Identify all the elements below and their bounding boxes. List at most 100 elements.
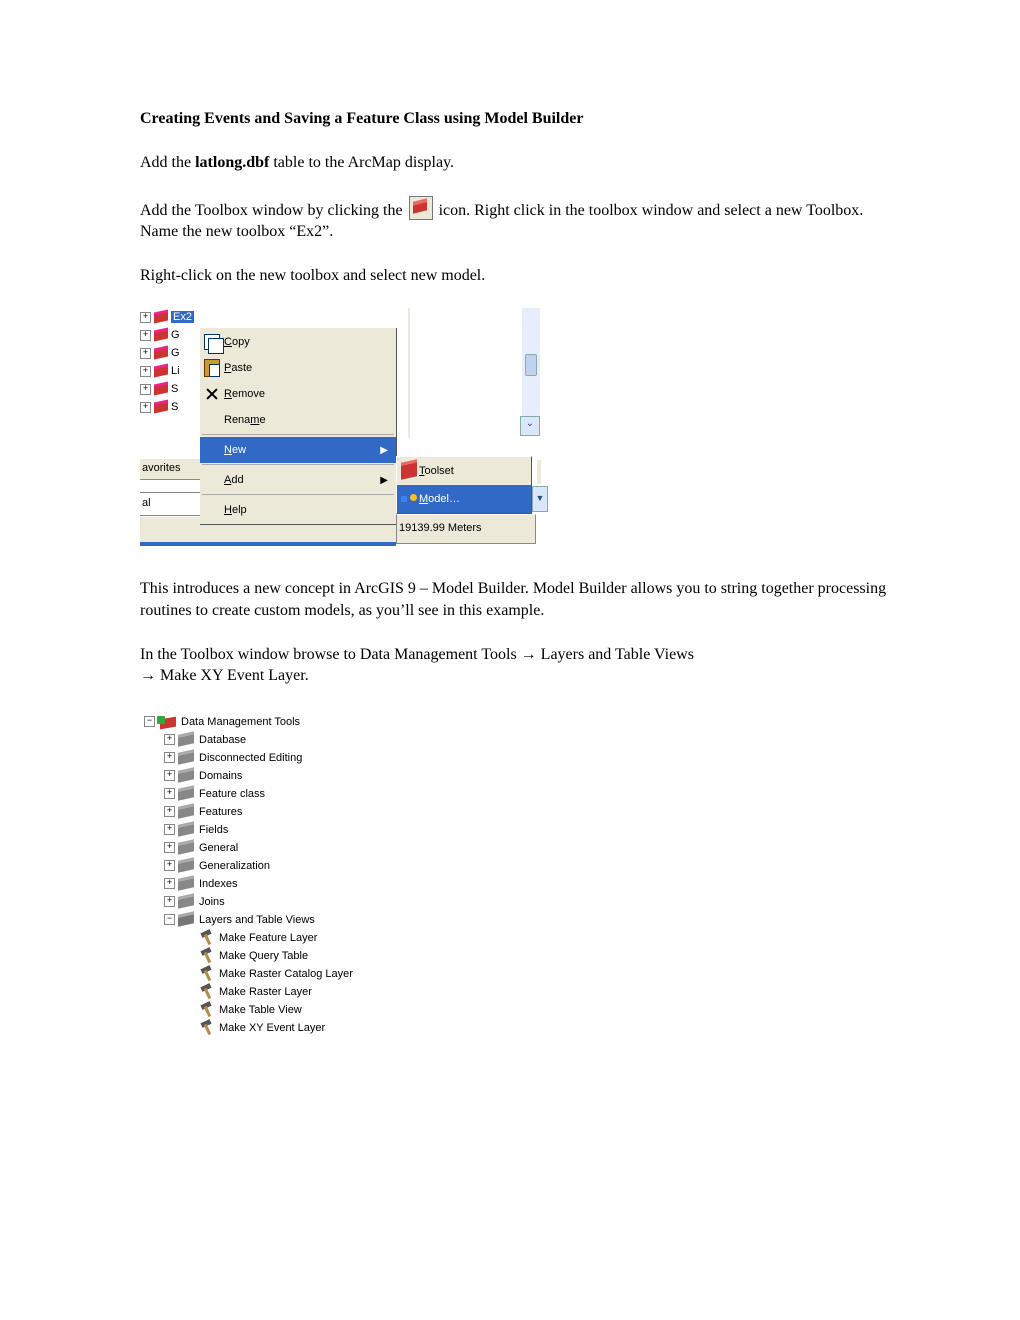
toolset-icon <box>178 806 196 818</box>
tree-node-toolset[interactable]: +Database <box>144 731 424 749</box>
tree-label: Disconnected Editing <box>199 752 302 764</box>
submenu-label: Toolset <box>419 465 454 477</box>
tool-icon <box>200 931 216 945</box>
expand-icon[interactable]: + <box>164 824 175 835</box>
expand-icon[interactable]: + <box>140 330 151 341</box>
menu-item-new[interactable]: New ▶ <box>200 437 396 463</box>
text: Make XY Event Layer. <box>156 667 309 684</box>
tree-row[interactable]: + S <box>140 398 200 416</box>
expand-icon[interactable]: + <box>164 788 175 799</box>
tree-node-tool[interactable]: Make Raster Catalog Layer <box>144 965 424 983</box>
tree-row[interactable]: + S <box>140 380 200 398</box>
toolset-icon <box>178 878 196 890</box>
menu-item-copy[interactable]: Copy <box>200 329 396 355</box>
tree-row[interactable]: + Ex2 <box>140 308 200 326</box>
scroll-thumb[interactable] <box>525 354 537 376</box>
tree-node-tool[interactable]: Make Query Table <box>144 947 424 965</box>
expand-icon[interactable]: + <box>164 878 175 889</box>
expand-icon[interactable]: + <box>140 348 151 359</box>
expand-icon[interactable]: + <box>164 860 175 871</box>
tree-node-tool[interactable]: Make Raster Layer <box>144 983 424 1001</box>
scrollbar[interactable]: ⌄ <box>522 308 540 436</box>
tree-node-toolset[interactable]: + Generalization <box>144 857 424 875</box>
context-menu-screenshot: + Ex2 + G + G + Li + S <box>140 308 540 548</box>
menu-item-remove[interactable]: Remove <box>200 381 396 407</box>
tree-label: Make Query Table <box>219 950 308 962</box>
tree-label: Make Feature Layer <box>219 932 317 944</box>
para-4: This introduces a new concept in ArcGIS … <box>140 578 890 621</box>
context-menu: Copy Paste Remove Rename New ▶ <box>200 328 397 525</box>
text: Layers and Table Views <box>537 646 694 663</box>
panel-edge <box>536 460 541 484</box>
submenu-item-model[interactable]: Model… <box>397 485 531 513</box>
tree-label: G <box>171 347 187 359</box>
tree-node-toolset[interactable]: + Disconnected Editing <box>144 749 424 767</box>
submenu-arrow-icon: ▶ <box>380 445 392 456</box>
tree-row[interactable]: + Li <box>140 362 200 380</box>
toolset-icon <box>178 788 196 800</box>
toolset-icon <box>178 770 196 782</box>
collapse-icon[interactable]: − <box>164 914 175 925</box>
tree-label: S <box>171 383 187 395</box>
expand-icon[interactable]: + <box>140 402 151 413</box>
menu-item-paste[interactable]: Paste <box>200 355 396 381</box>
tree-node-toolset[interactable]: +General <box>144 839 424 857</box>
menu-label: Remove <box>224 388 392 400</box>
expand-icon[interactable]: + <box>164 770 175 781</box>
expand-icon[interactable]: + <box>164 806 175 817</box>
toolset-icon <box>178 842 196 854</box>
page-title: Creating Events and Saving a Feature Cla… <box>140 110 890 128</box>
tree-label: Layers and Table Views <box>199 914 315 926</box>
expand-icon[interactable]: + <box>164 896 175 907</box>
menu-item-rename[interactable]: Rename <box>200 407 396 433</box>
tree-label: Make Raster Catalog Layer <box>219 968 353 980</box>
menu-label: New <box>224 444 380 456</box>
expand-icon[interactable]: + <box>164 842 175 853</box>
expand-icon[interactable]: + <box>140 312 151 323</box>
menu-item-add[interactable]: Add ▶ <box>200 467 396 493</box>
tree-node-tool[interactable]: Make Feature Layer <box>144 929 424 947</box>
toolset-icon <box>178 752 196 764</box>
tree-label: Make XY Event Layer <box>219 1022 325 1034</box>
tree-node-toolset[interactable]: +Fields <box>144 821 424 839</box>
preview-pane: ⌄ <box>408 308 540 438</box>
tree-label: Data Management Tools <box>181 716 300 728</box>
model-icon <box>401 493 417 505</box>
para-1: Add the latlong.dbf table to the ArcMap … <box>140 152 890 174</box>
expand-icon[interactable]: + <box>140 384 151 395</box>
para-3: Right-click on the new toolbox and selec… <box>140 265 890 287</box>
tree-node-tool[interactable]: Make Table View <box>144 1001 424 1019</box>
tree-node-toolset[interactable]: +Features <box>144 803 424 821</box>
favorites-tab[interactable]: avorites <box>140 458 202 480</box>
tree-label: Indexes <box>199 878 238 890</box>
dropdown-arrow-icon[interactable]: ▼ <box>532 486 548 512</box>
tree-label: Generalization <box>199 860 270 872</box>
tree-label: Joins <box>199 896 225 908</box>
collapse-icon[interactable]: − <box>144 716 155 727</box>
expand-icon[interactable]: + <box>140 366 151 377</box>
tree-node-toolset[interactable]: +Feature class <box>144 785 424 803</box>
tree-node-toolset[interactable]: +Domains <box>144 767 424 785</box>
tree-node-toolset[interactable]: − Layers and Table Views <box>144 911 424 929</box>
menu-label: Rename <box>224 414 392 426</box>
tree-label: Make Table View <box>219 1004 302 1016</box>
text: In the Toolbox window browse to Data Man… <box>140 646 521 663</box>
submenu-arrow-icon: ▶ <box>380 475 392 486</box>
tree-node-toolset[interactable]: + Indexes <box>144 875 424 893</box>
tree-node-toolset[interactable]: + Joins <box>144 893 424 911</box>
scroll-down-icon[interactable]: ⌄ <box>520 416 540 436</box>
arrow-icon: → <box>521 646 537 663</box>
toolbox-icon <box>153 347 169 359</box>
tool-icon <box>200 949 216 963</box>
tree-node-root[interactable]: − Data Management Tools <box>144 713 424 731</box>
expand-icon[interactable]: + <box>164 752 175 763</box>
menu-item-help[interactable]: Help <box>200 497 396 523</box>
toolbox-tree-screenshot: − Data Management Tools +Database+Discon… <box>140 709 424 1041</box>
al-field[interactable]: al <box>140 492 203 516</box>
menu-separator <box>202 464 394 466</box>
tree-row[interactable]: + G <box>140 326 200 344</box>
submenu-item-toolset[interactable]: Toolset <box>397 457 531 485</box>
tree-row[interactable]: + G <box>140 344 200 362</box>
tree-node-tool[interactable]: Make XY Event Layer <box>144 1019 424 1037</box>
expand-icon[interactable]: + <box>164 734 175 745</box>
